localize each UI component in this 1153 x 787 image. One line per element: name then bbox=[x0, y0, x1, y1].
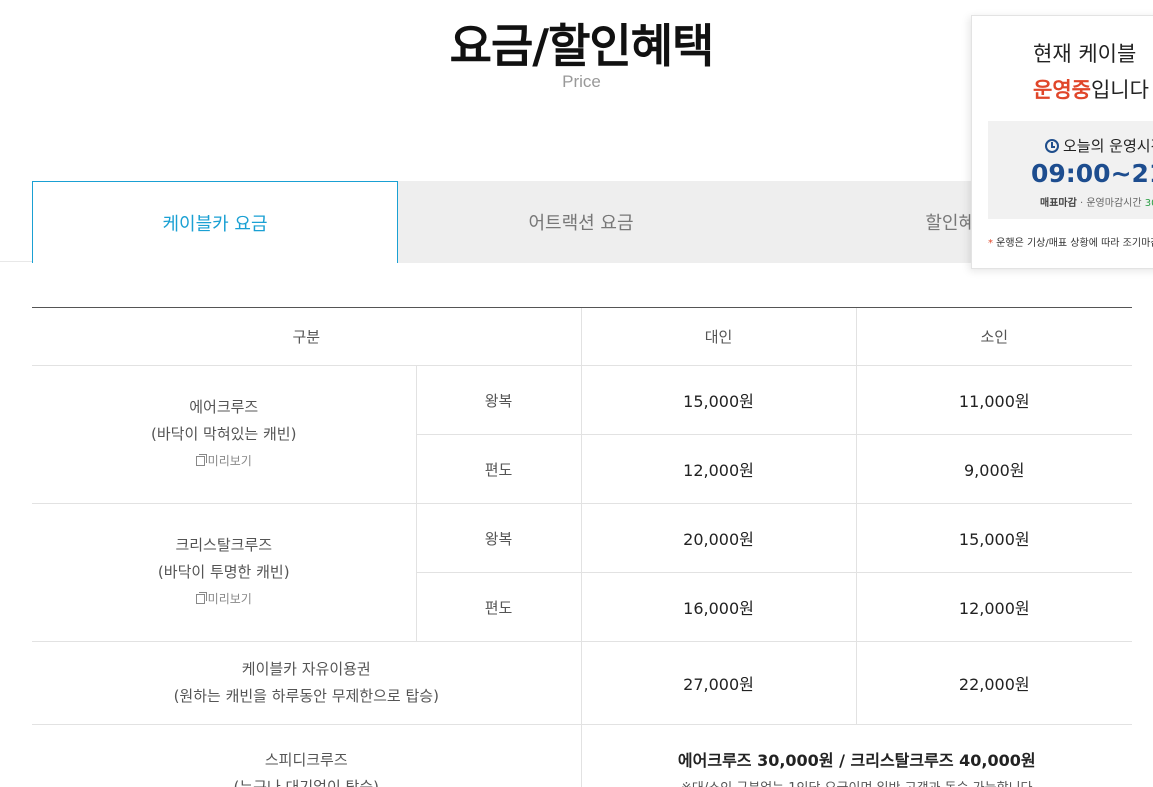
header-child: 소인 bbox=[855, 307, 1133, 366]
speedy-name: 스피디크루즈 bbox=[264, 751, 348, 769]
operation-status-suffix: 입니다 bbox=[1090, 78, 1149, 102]
table-header-row: 구분 대인 소인 bbox=[32, 307, 1133, 366]
ticket-deadline: 매표마감 · 운영마감시간 30분 bbox=[1040, 194, 1153, 209]
today-hours-label: 오늘의 운영시간 bbox=[1045, 135, 1153, 156]
air-oneway-label: 편도 bbox=[415, 434, 582, 504]
clock-icon bbox=[1045, 138, 1059, 153]
operation-status-box: 현재 케이블 운영중입니다 오늘의 운영시간 09:00~21:00 매표마감 … bbox=[971, 15, 1153, 269]
header-category: 구분 bbox=[32, 307, 582, 366]
speedy-note: ※대/소인 구분없는 1인당 요금이며 일반 고객과 동승 가능합니다 bbox=[582, 777, 1133, 787]
notice-text: 운행은 기상/매표 상황에 따라 조기마감 bbox=[993, 238, 1153, 249]
crystal-round-label: 왕복 bbox=[415, 503, 582, 573]
page: 요금/할인혜택 Price 케이블카 요금 어트랙션 요금 할인혜택 구분 대인… bbox=[0, 0, 1153, 787]
tab-cablecar-price[interactable]: 케이블카 요금 bbox=[32, 181, 398, 263]
operation-status-line2: 운영중입니다 bbox=[1033, 74, 1149, 104]
speedy-price-cell: 에어크루즈 30,000원 / 크리스탈크루즈 40,000원 ※대/소인 구분… bbox=[580, 724, 1133, 787]
table-row: 스피디크루즈 (누구나 대기없이 탑승) 에어크루즈 30,000원 / 크리스… bbox=[32, 724, 1133, 787]
crystal-oneway-label: 편도 bbox=[415, 572, 582, 642]
free-pass-adult: 27,000원 bbox=[580, 641, 857, 725]
operation-status-line1: 현재 케이블 bbox=[1033, 42, 1137, 66]
air-cruise-cell: 에어크루즈 (바닥이 막혀있는 캐빈) 미리보기 bbox=[32, 365, 416, 504]
air-round-adult: 15,000원 bbox=[580, 365, 857, 435]
table-row: 케이블카 자유이용권 (원하는 캐빈을 하루동안 무제한으로 탑승) 27,00… bbox=[32, 641, 1133, 725]
deadline-minutes: 30분 bbox=[1144, 198, 1153, 209]
tab-attraction-price[interactable]: 어트랙션 요금 bbox=[398, 181, 764, 263]
air-cruise-preview-link[interactable]: 미리보기 bbox=[195, 451, 252, 471]
free-pass-child: 22,000원 bbox=[855, 641, 1133, 725]
crystal-cruise-preview-link[interactable]: 미리보기 bbox=[195, 589, 252, 609]
operation-notice: * 운행은 기상/매표 상황에 따라 조기마감 bbox=[988, 234, 1153, 249]
crystal-cruise-name: 크리스탈크루즈 bbox=[175, 536, 273, 554]
operation-hours-panel: 오늘의 운영시간 09:00~21:00 매표마감 · 운영마감시간 30분 bbox=[988, 121, 1153, 219]
air-oneway-child: 9,000원 bbox=[855, 434, 1133, 504]
air-cruise-desc: (바닥이 막혀있는 캐빈) bbox=[151, 425, 297, 443]
crystal-oneway-child: 12,000원 bbox=[855, 572, 1133, 642]
crystal-oneway-adult: 16,000원 bbox=[580, 572, 857, 642]
crystal-cruise-desc: (바닥이 투명한 캐빈) bbox=[157, 563, 290, 581]
deadline-label: 매표마감 bbox=[1040, 198, 1077, 209]
air-round-child: 11,000원 bbox=[855, 365, 1133, 435]
free-pass-cell: 케이블카 자유이용권 (원하는 캐빈을 하루동안 무제한으로 탑승) bbox=[32, 641, 582, 725]
free-pass-desc: (원하는 캐빈을 하루동안 무제한으로 탑승) bbox=[173, 687, 439, 705]
speedy-desc: (누구나 대기없이 탑승) bbox=[233, 778, 379, 787]
air-oneway-adult: 12,000원 bbox=[580, 434, 857, 504]
air-round-label: 왕복 bbox=[415, 365, 582, 435]
crystal-cruise-cell: 크리스탈크루즈 (바닥이 투명한 캐빈) 미리보기 bbox=[32, 503, 416, 642]
table-row: 에어크루즈 (바닥이 막혀있는 캐빈) 미리보기 왕복 15,000원 11,0… bbox=[32, 365, 1133, 504]
table-row: 크리스탈크루즈 (바닥이 투명한 캐빈) 미리보기 왕복 20,000원 15,… bbox=[32, 503, 1133, 642]
preview-label: 미리보기 bbox=[207, 592, 252, 606]
free-pass-name: 케이블카 자유이용권 bbox=[241, 660, 371, 678]
crystal-round-child: 15,000원 bbox=[855, 503, 1133, 573]
today-label-text: 오늘의 운영시간 bbox=[1063, 137, 1153, 155]
price-table: 구분 대인 소인 에어크루즈 (바닥이 막혀있는 캐빈) 미리보기 왕복 15,… bbox=[32, 307, 1133, 787]
copy-icon bbox=[195, 592, 207, 604]
deadline-text: · 운영마감시간 bbox=[1076, 198, 1145, 209]
operation-hours: 09:00~21:00 bbox=[1031, 159, 1153, 188]
copy-icon bbox=[195, 454, 207, 466]
speedy-cell: 스피디크루즈 (누구나 대기없이 탑승) bbox=[32, 724, 582, 787]
air-cruise-name: 에어크루즈 bbox=[189, 398, 259, 416]
speedy-price: 에어크루즈 30,000원 / 크리스탈크루즈 40,000원 bbox=[677, 751, 1036, 770]
preview-label: 미리보기 bbox=[207, 454, 252, 468]
operation-status: 운영중 bbox=[1033, 78, 1091, 102]
header-adult: 대인 bbox=[580, 307, 857, 366]
crystal-round-adult: 20,000원 bbox=[580, 503, 857, 573]
